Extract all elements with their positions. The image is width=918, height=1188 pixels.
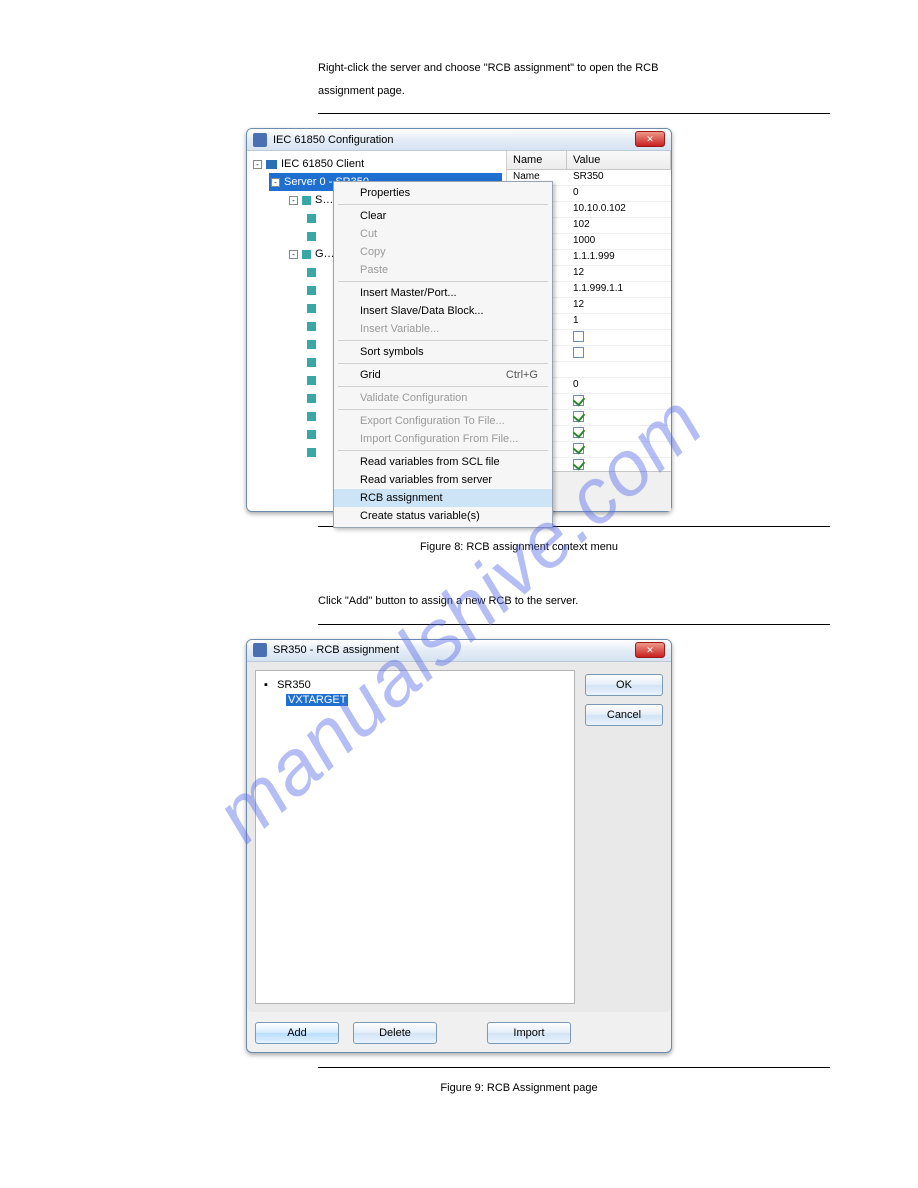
rcb-assignment-window: SR350 - RCB assignment ▪ SR350 VXTARGET … bbox=[246, 639, 672, 1053]
app-icon bbox=[253, 643, 267, 657]
delete-button[interactable]: Delete bbox=[353, 1022, 437, 1044]
menu-paste: Paste bbox=[334, 261, 552, 279]
titlebar: SR350 - RCB assignment bbox=[247, 640, 671, 662]
rcb-selected-item[interactable]: VXTARGET bbox=[286, 694, 348, 706]
divider bbox=[318, 1067, 830, 1068]
close-icon[interactable] bbox=[635, 131, 665, 147]
menu-insert-variable: Insert Variable... bbox=[334, 320, 552, 338]
cancel-button[interactable]: Cancel bbox=[585, 704, 663, 726]
step-5-text: Click "Add" button to assign a new RCB t… bbox=[318, 593, 830, 610]
window-title: IEC 61850 Configuration bbox=[273, 134, 393, 146]
menu-read-scl[interactable]: Read variables from SCL file bbox=[334, 453, 552, 471]
titlebar: IEC 61850 Configuration bbox=[247, 129, 671, 151]
window-title: SR350 - RCB assignment bbox=[273, 644, 399, 656]
col-value: Value bbox=[567, 151, 671, 169]
menu-cut: Cut bbox=[334, 225, 552, 243]
add-button[interactable]: Add bbox=[255, 1022, 339, 1044]
step-4-text-line1: Right-click the server and choose "RCB a… bbox=[318, 60, 830, 77]
iec-config-window: IEC 61850 Configuration -IEC 61850 Clien… bbox=[246, 128, 672, 512]
menu-properties[interactable]: Properties bbox=[334, 184, 552, 202]
figure-9-caption: Figure 9: RCB Assignment page bbox=[208, 1082, 830, 1094]
col-name: Name bbox=[507, 151, 567, 169]
menu-insert-master[interactable]: Insert Master/Port... bbox=[334, 284, 552, 302]
menu-copy: Copy bbox=[334, 243, 552, 261]
menu-create-status[interactable]: Create status variable(s) bbox=[334, 507, 552, 525]
close-icon[interactable] bbox=[635, 642, 665, 658]
menu-sort-symbols[interactable]: Sort symbols bbox=[334, 343, 552, 361]
rcb-tree[interactable]: ▪ SR350 VXTARGET bbox=[255, 670, 575, 1004]
step-4-text-line2: assignment page. bbox=[318, 83, 830, 100]
menu-read-server[interactable]: Read variables from server bbox=[334, 471, 552, 489]
import-button[interactable]: Import bbox=[487, 1022, 571, 1044]
menu-rcb-assignment[interactable]: RCB assignment bbox=[334, 489, 552, 507]
app-icon bbox=[253, 133, 267, 147]
menu-validate: Validate Configuration bbox=[334, 389, 552, 407]
menu-insert-slave[interactable]: Insert Slave/Data Block... bbox=[334, 302, 552, 320]
menu-grid[interactable]: GridCtrl+G bbox=[334, 366, 552, 384]
ok-button[interactable]: OK bbox=[585, 674, 663, 696]
menu-export: Export Configuration To File... bbox=[334, 412, 552, 430]
divider bbox=[318, 113, 830, 114]
context-menu[interactable]: Properties Clear Cut Copy Paste Insert M… bbox=[333, 181, 553, 528]
menu-import: Import Configuration From File... bbox=[334, 430, 552, 448]
divider bbox=[318, 624, 830, 625]
menu-clear[interactable]: Clear bbox=[334, 207, 552, 225]
figure-8-caption: Figure 8: RCB assignment context menu bbox=[208, 541, 830, 553]
